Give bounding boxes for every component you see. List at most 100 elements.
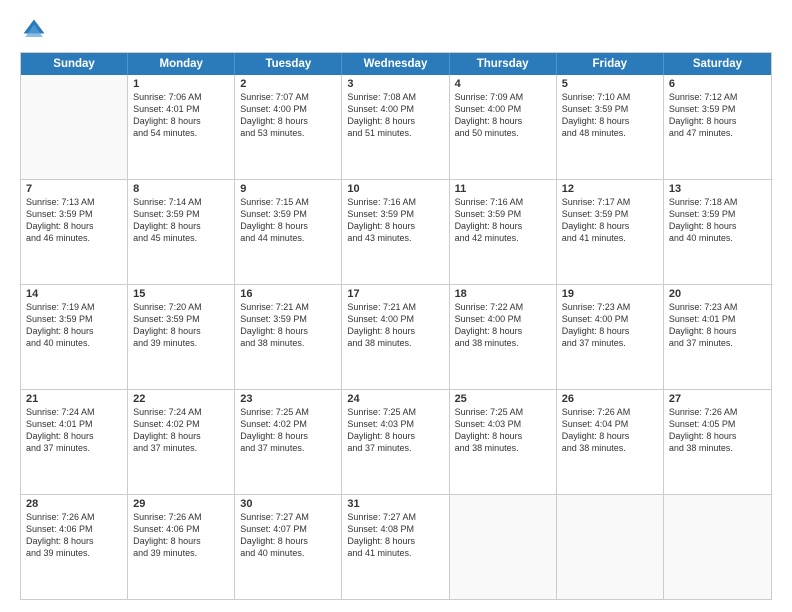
cell-line: Sunset: 3:59 PM [562,208,658,220]
cell-line: and 38 minutes. [455,337,551,349]
cell-line: Sunrise: 7:06 AM [133,91,229,103]
day-cell-23: 23Sunrise: 7:25 AMSunset: 4:02 PMDayligh… [235,390,342,494]
day-cell-9: 9Sunrise: 7:15 AMSunset: 3:59 PMDaylight… [235,180,342,284]
day-cell-30: 30Sunrise: 7:27 AMSunset: 4:07 PMDayligh… [235,495,342,599]
day-cell-4: 4Sunrise: 7:09 AMSunset: 4:00 PMDaylight… [450,75,557,179]
cell-line: and 46 minutes. [26,232,122,244]
cell-line: Sunset: 4:03 PM [455,418,551,430]
empty-cell [664,495,771,599]
cell-line: Sunrise: 7:23 AM [562,301,658,313]
cell-line: Sunset: 3:59 PM [669,103,766,115]
cell-line: Sunset: 4:06 PM [26,523,122,535]
cell-line: Daylight: 8 hours [562,115,658,127]
day-cell-25: 25Sunrise: 7:25 AMSunset: 4:03 PMDayligh… [450,390,557,494]
empty-cell [557,495,664,599]
cell-line: Sunset: 3:59 PM [455,208,551,220]
calendar-row-3: 21Sunrise: 7:24 AMSunset: 4:01 PMDayligh… [21,389,771,494]
day-cell-5: 5Sunrise: 7:10 AMSunset: 3:59 PMDaylight… [557,75,664,179]
cell-line: and 38 minutes. [455,442,551,454]
logo-icon [20,16,48,44]
cell-line: and 43 minutes. [347,232,443,244]
day-number: 5 [562,78,658,90]
cell-line: Sunset: 3:59 PM [562,103,658,115]
cell-line: Sunrise: 7:22 AM [455,301,551,313]
cell-line: Sunset: 4:00 PM [347,313,443,325]
cell-line: Sunrise: 7:27 AM [240,511,336,523]
day-cell-6: 6Sunrise: 7:12 AMSunset: 3:59 PMDaylight… [664,75,771,179]
cell-line: and 51 minutes. [347,127,443,139]
day-number: 31 [347,498,443,510]
cell-line: Daylight: 8 hours [669,430,766,442]
cell-line: Sunrise: 7:26 AM [26,511,122,523]
cell-line: Sunrise: 7:19 AM [26,301,122,313]
cell-line: and 48 minutes. [562,127,658,139]
weekday-header-monday: Monday [128,53,235,75]
cell-line: Sunset: 4:00 PM [455,313,551,325]
cell-line: Daylight: 8 hours [133,325,229,337]
day-cell-29: 29Sunrise: 7:26 AMSunset: 4:06 PMDayligh… [128,495,235,599]
day-number: 16 [240,288,336,300]
logo [20,16,52,44]
cell-line: Daylight: 8 hours [133,220,229,232]
cell-line: Daylight: 8 hours [240,220,336,232]
day-number: 17 [347,288,443,300]
cell-line: and 40 minutes. [240,547,336,559]
cell-line: Sunrise: 7:25 AM [240,406,336,418]
cell-line: Sunset: 3:59 PM [240,313,336,325]
cell-line: Sunrise: 7:16 AM [347,196,443,208]
cell-line: Daylight: 8 hours [669,325,766,337]
day-number: 29 [133,498,229,510]
cell-line: and 41 minutes. [562,232,658,244]
cell-line: Daylight: 8 hours [669,220,766,232]
weekday-header-wednesday: Wednesday [342,53,449,75]
day-cell-14: 14Sunrise: 7:19 AMSunset: 3:59 PMDayligh… [21,285,128,389]
cell-line: and 54 minutes. [133,127,229,139]
cell-line: Sunset: 4:08 PM [347,523,443,535]
cell-line: and 50 minutes. [455,127,551,139]
cell-line: Sunset: 4:00 PM [562,313,658,325]
cell-line: Daylight: 8 hours [240,430,336,442]
cell-line: Sunrise: 7:08 AM [347,91,443,103]
day-number: 25 [455,393,551,405]
cell-line: Sunset: 4:07 PM [240,523,336,535]
cell-line: Sunset: 4:01 PM [26,418,122,430]
day-cell-20: 20Sunrise: 7:23 AMSunset: 4:01 PMDayligh… [664,285,771,389]
day-number: 3 [347,78,443,90]
cell-line: and 37 minutes. [669,337,766,349]
cell-line: and 44 minutes. [240,232,336,244]
cell-line: Sunrise: 7:14 AM [133,196,229,208]
cell-line: Sunset: 4:06 PM [133,523,229,535]
weekday-header-sunday: Sunday [21,53,128,75]
cell-line: Daylight: 8 hours [455,325,551,337]
day-cell-24: 24Sunrise: 7:25 AMSunset: 4:03 PMDayligh… [342,390,449,494]
day-number: 22 [133,393,229,405]
cell-line: Sunrise: 7:25 AM [347,406,443,418]
day-number: 18 [455,288,551,300]
cell-line: Daylight: 8 hours [669,115,766,127]
weekday-header-friday: Friday [557,53,664,75]
cell-line: Daylight: 8 hours [26,430,122,442]
day-number: 30 [240,498,336,510]
cell-line: and 41 minutes. [347,547,443,559]
day-number: 15 [133,288,229,300]
day-cell-1: 1Sunrise: 7:06 AMSunset: 4:01 PMDaylight… [128,75,235,179]
calendar-row-4: 28Sunrise: 7:26 AMSunset: 4:06 PMDayligh… [21,494,771,599]
cell-line: and 38 minutes. [562,442,658,454]
cell-line: Daylight: 8 hours [26,325,122,337]
cell-line: and 37 minutes. [133,442,229,454]
calendar-body: 1Sunrise: 7:06 AMSunset: 4:01 PMDaylight… [21,75,771,599]
cell-line: Sunrise: 7:26 AM [562,406,658,418]
cell-line: Sunset: 4:00 PM [240,103,336,115]
day-cell-2: 2Sunrise: 7:07 AMSunset: 4:00 PMDaylight… [235,75,342,179]
empty-cell [450,495,557,599]
cell-line: Sunrise: 7:26 AM [669,406,766,418]
cell-line: Daylight: 8 hours [347,535,443,547]
cell-line: Daylight: 8 hours [240,535,336,547]
cell-line: Sunrise: 7:13 AM [26,196,122,208]
day-cell-27: 27Sunrise: 7:26 AMSunset: 4:05 PMDayligh… [664,390,771,494]
cell-line: and 47 minutes. [669,127,766,139]
day-number: 27 [669,393,766,405]
day-number: 19 [562,288,658,300]
cell-line: Daylight: 8 hours [347,430,443,442]
day-cell-8: 8Sunrise: 7:14 AMSunset: 3:59 PMDaylight… [128,180,235,284]
